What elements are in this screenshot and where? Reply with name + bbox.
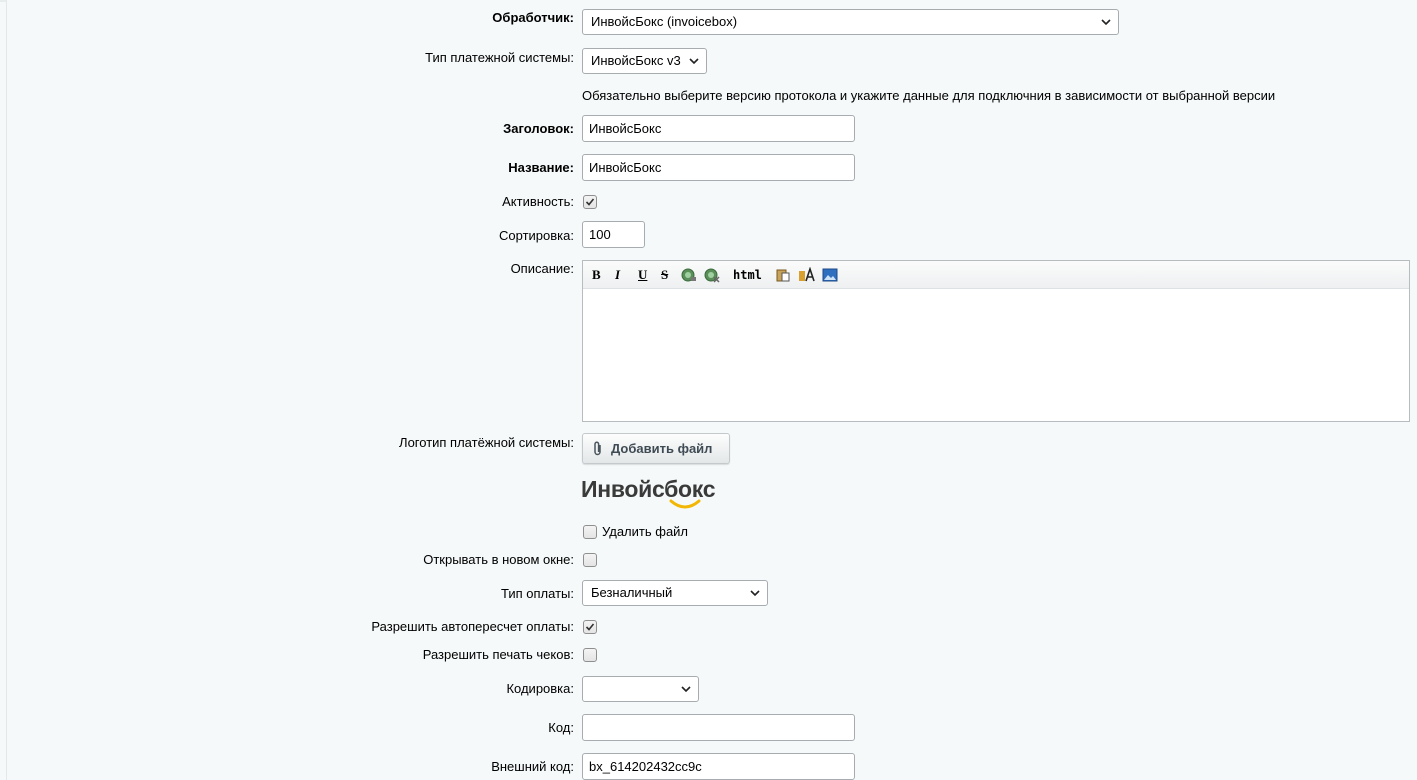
underline-button[interactable]: U	[638, 267, 647, 283]
add-file-button[interactable]: Добавить файл	[582, 433, 730, 464]
external-code-label: Внешний код:	[491, 759, 574, 774]
strike-button[interactable]: S	[661, 267, 668, 283]
print-checks-checkbox[interactable]	[583, 648, 597, 662]
active-label: Активность:	[502, 194, 574, 209]
checkmark-icon	[585, 198, 595, 206]
title-label: Заголовок:	[503, 121, 574, 136]
sort-label: Сортировка:	[499, 228, 574, 243]
checkmark-icon	[585, 623, 595, 631]
font-icon[interactable]	[798, 267, 816, 283]
ps-type-select[interactable]: ИнвойсБокс v3	[582, 48, 707, 74]
chevron-down-icon	[689, 58, 699, 65]
name-label: Название:	[508, 160, 574, 175]
logo-label: Логотип платёжной системы:	[399, 435, 574, 450]
title-input[interactable]: ИнвойсБокс	[582, 115, 855, 142]
pay-type-label: Тип оплаты:	[501, 586, 574, 601]
chevron-down-icon	[750, 590, 760, 597]
ps-type-value: ИнвойсБокс v3	[591, 53, 681, 68]
encoding-label: Кодировка:	[506, 681, 574, 696]
handler-label: Обработчик:	[492, 10, 574, 25]
code-input[interactable]	[582, 714, 855, 741]
print-checks-label: Разрешить печать чеков:	[422, 647, 574, 662]
unlink-icon[interactable]	[704, 267, 720, 283]
add-file-label: Добавить файл	[611, 441, 713, 456]
image-icon[interactable]	[822, 267, 838, 283]
paste-icon[interactable]	[775, 267, 791, 283]
logo-smile-icon	[669, 499, 701, 509]
name-input[interactable]: ИнвойсБокс	[582, 154, 855, 181]
pay-type-value: Безналичный	[591, 585, 673, 600]
handler-select[interactable]: ИнвойсБокс (invoicebox)	[582, 9, 1119, 35]
html-button[interactable]: html	[733, 267, 762, 283]
code-label: Код:	[548, 720, 574, 735]
chevron-down-icon	[1101, 19, 1111, 26]
editor-toolbar: B I U S html	[583, 261, 1409, 289]
delete-file-checkbox[interactable]	[583, 525, 597, 539]
handler-value: ИнвойсБокс (invoicebox)	[591, 14, 738, 29]
active-checkbox[interactable]	[583, 195, 597, 209]
link-icon[interactable]	[681, 267, 697, 283]
italic-button[interactable]: I	[615, 267, 620, 283]
encoding-select[interactable]	[582, 676, 699, 702]
description-editor: B I U S html	[582, 260, 1410, 422]
bold-button[interactable]: B	[592, 267, 601, 283]
auto-recalc-checkbox[interactable]	[583, 620, 597, 634]
external-code-input[interactable]: bx_614202432cc9c	[582, 753, 855, 780]
auto-recalc-label: Разрешить автопересчет оплаты:	[371, 619, 574, 634]
description-label: Описание:	[510, 261, 574, 276]
chevron-down-icon	[681, 686, 691, 693]
ps-version-hint: Обязательно выберите версию протокола и …	[582, 88, 1276, 103]
new-window-checkbox[interactable]	[583, 553, 597, 567]
paperclip-icon	[594, 441, 601, 456]
payment-system-logo: Инвойсбокс	[581, 476, 733, 512]
pay-type-select[interactable]: Безналичный	[582, 580, 768, 606]
new-window-label: Открывать в новом окне:	[423, 552, 574, 567]
ps-type-label: Тип платежной системы:	[425, 50, 574, 65]
sort-input[interactable]: 100	[582, 221, 645, 248]
delete-file-label: Удалить файл	[602, 524, 689, 539]
